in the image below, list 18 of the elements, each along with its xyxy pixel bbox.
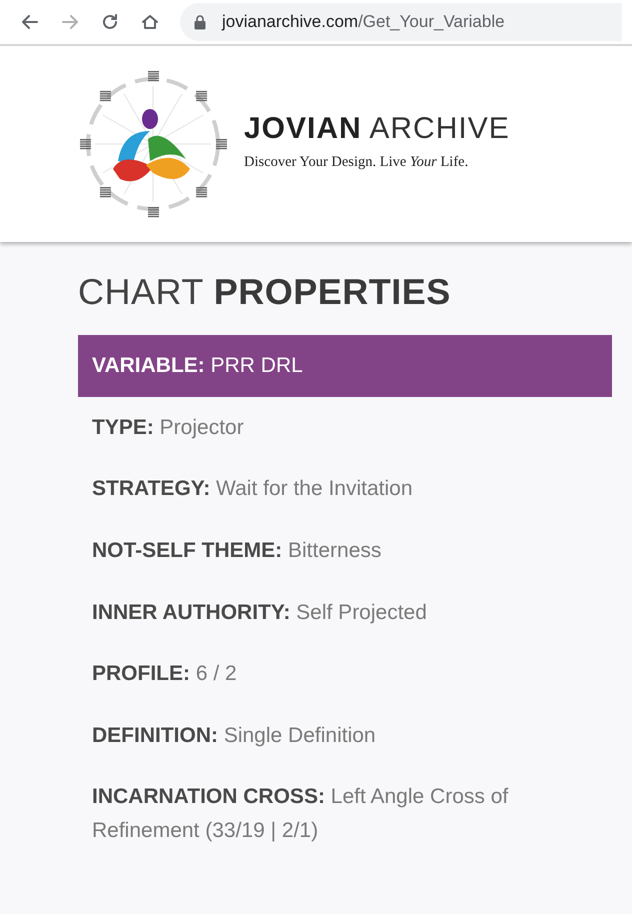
page-heading: CHART PROPERTIES (78, 270, 452, 314)
home-icon (140, 12, 160, 32)
highlighted-property: VARIABLE: PRR DRL (78, 335, 612, 397)
property-row-text: NOT-SELF THEME: Bitterness (91, 538, 382, 564)
url-text: jovianarchive.com/Get_Your_Variable (222, 11, 505, 34)
property-row-text: PROFILE: 6 / 2 (91, 661, 238, 688)
property-row-text: INNER AUTHORITY: Self Projected (91, 600, 428, 626)
reload-icon (100, 12, 120, 32)
property-row-text: INCARNATION CROSS: Left Angle Cross of Refinement (33/19 | 2/1) (91, 784, 510, 844)
address-bar[interactable]: jovianarchive.com/Get_Your_Variable (180, 3, 622, 41)
forward-arrow-icon (60, 12, 80, 32)
tagline: Discover Your Design. Live Your Life. (244, 153, 470, 172)
lock-icon (194, 14, 206, 30)
brand-name: JOVIAN ARCHIVE (244, 114, 510, 144)
property-row-text: TYPE: Projector (91, 414, 245, 441)
back-arrow-icon (20, 12, 40, 32)
property-row-text: STRATEGY: Wait for the Invitation (91, 476, 414, 502)
property-row-text: DEFINITION: Single Definition (91, 722, 377, 749)
